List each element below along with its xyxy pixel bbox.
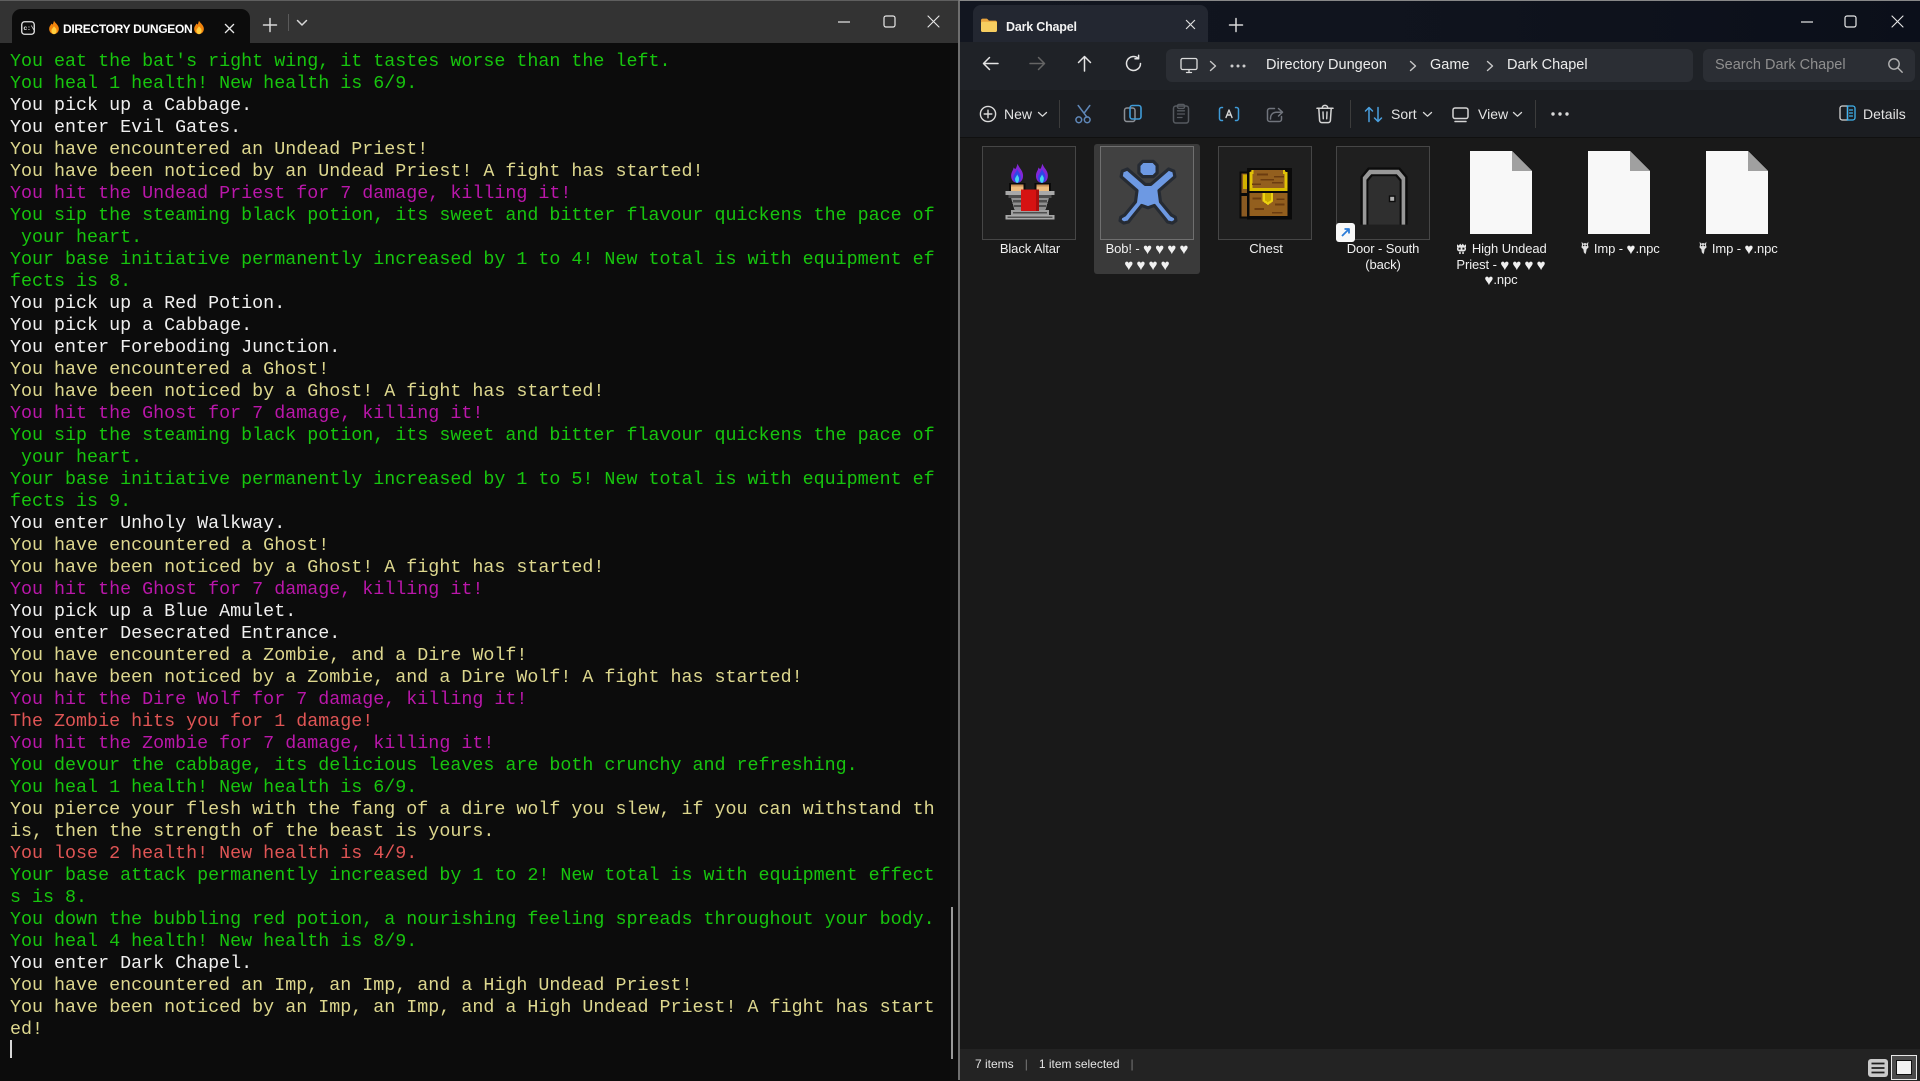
svg-text:c:\: c:\ — [23, 25, 34, 32]
